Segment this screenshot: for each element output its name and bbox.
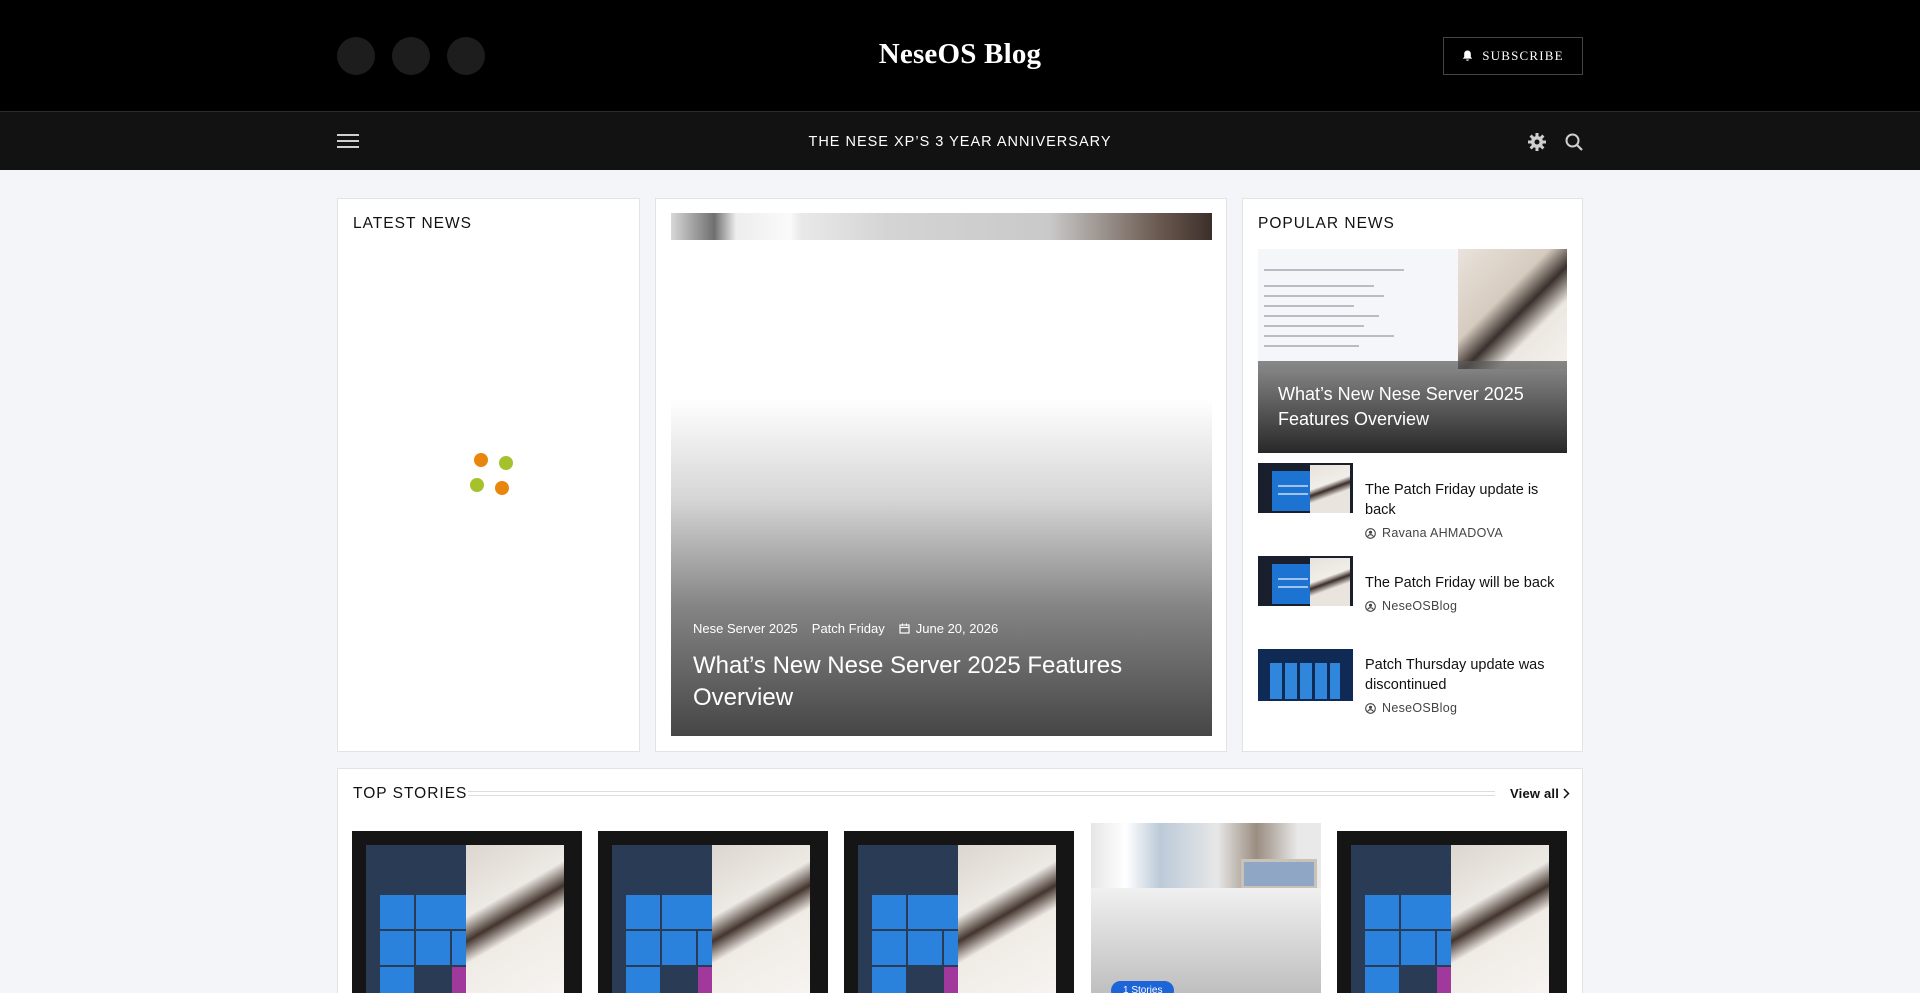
- story-thumbnail: [612, 845, 810, 993]
- theme-toggle-icon[interactable]: [1527, 132, 1547, 152]
- featured-image: [671, 213, 1212, 240]
- user-icon: [1365, 600, 1376, 612]
- latest-news-panel: LATEST NEWS: [337, 198, 640, 752]
- view-all-link[interactable]: View all: [1510, 786, 1570, 801]
- popular-item-thumbnail[interactable]: [1258, 463, 1353, 513]
- navigation-bar: THE NESE XP’S 3 YEAR ANNIVERSARY: [0, 111, 1920, 170]
- author-name: Ravana AHMADOVA: [1382, 526, 1503, 540]
- featured-title[interactable]: What’s New Nese Server 2025 Features Ove…: [693, 650, 1183, 714]
- popular-feature-title[interactable]: What’s New Nese Server 2025 Features Ove…: [1278, 382, 1548, 432]
- chevron-right-icon: [1563, 788, 1570, 799]
- featured-meta: Nese Server 2025 Patch Friday June 20, 2…: [693, 621, 998, 636]
- post-date: June 20, 2026: [899, 621, 998, 636]
- popular-feature-photo: [1458, 249, 1567, 369]
- popular-list-item[interactable]: The Patch Friday update is back Ravana A…: [1258, 463, 1570, 540]
- story-card[interactable]: [352, 823, 582, 993]
- popular-list-item[interactable]: Patch Thursday update was discontinued N…: [1258, 649, 1567, 729]
- top-stories-title: TOP STORIES: [353, 785, 468, 802]
- loader-dot: [495, 481, 509, 495]
- loader-dot: [474, 453, 488, 467]
- stories-count-badge[interactable]: 1 Stories: [1111, 981, 1175, 993]
- author-name: NeseOSBlog: [1382, 701, 1458, 715]
- site-header: NeseOS Blog SUBSCRIBE: [0, 0, 1920, 111]
- search-icon[interactable]: [1564, 132, 1584, 152]
- story-card[interactable]: 1 Stories: [1091, 823, 1321, 993]
- user-icon: [1365, 702, 1376, 714]
- category-link[interactable]: Patch Friday: [812, 621, 885, 636]
- story-thumbnail: [366, 845, 564, 993]
- subscribe-button[interactable]: SUBSCRIBE: [1443, 37, 1583, 75]
- latest-news-title: LATEST NEWS: [353, 215, 472, 232]
- post-date-text: June 20, 2026: [915, 621, 999, 636]
- popular-item-title[interactable]: The Patch Friday will be back: [1365, 556, 1570, 593]
- story-thumbnail: [858, 845, 1056, 993]
- featured-article[interactable]: Nese Server 2025 Patch Friday June 20, 2…: [671, 213, 1212, 736]
- popular-item-author[interactable]: NeseOSBlog: [1365, 701, 1570, 715]
- loading-spinner: [466, 453, 516, 503]
- story-card[interactable]: [1337, 823, 1567, 993]
- story-card[interactable]: [844, 823, 1074, 993]
- popular-list-item[interactable]: The Patch Friday will be back NeseOSBlog: [1258, 556, 1567, 616]
- story-card[interactable]: [598, 823, 828, 993]
- popular-item-author[interactable]: NeseOSBlog: [1365, 599, 1570, 613]
- popular-item-author[interactable]: Ravana AHMADOVA: [1365, 526, 1570, 540]
- story-thumbnail: [1351, 845, 1549, 993]
- section-divider: [468, 791, 1495, 796]
- popular-item-title[interactable]: The Patch Friday update is back: [1365, 463, 1570, 520]
- subscribe-label: SUBSCRIBE: [1482, 48, 1564, 63]
- bell-icon: [1462, 50, 1473, 61]
- popular-feature-card[interactable]: What’s New Nese Server 2025 Features Ove…: [1258, 249, 1567, 453]
- ticker-headline[interactable]: THE NESE XP’S 3 YEAR ANNIVERSARY: [0, 134, 1920, 150]
- loader-dot: [470, 478, 484, 492]
- author-name: NeseOSBlog: [1382, 599, 1458, 613]
- user-icon: [1365, 527, 1376, 539]
- popular-item-thumbnail[interactable]: [1258, 556, 1353, 606]
- popular-news-title: POPULAR NEWS: [1258, 215, 1395, 232]
- popular-feature-image: [1258, 249, 1473, 369]
- site-title[interactable]: NeseOS Blog: [0, 38, 1920, 71]
- category-link[interactable]: Nese Server 2025: [693, 621, 798, 636]
- loader-dot: [499, 456, 513, 470]
- popular-item-title[interactable]: Patch Thursday update was discontinued: [1365, 649, 1570, 695]
- popular-item-thumbnail[interactable]: [1258, 649, 1353, 701]
- view-all-label: View all: [1510, 786, 1560, 801]
- calendar-icon: [899, 623, 910, 634]
